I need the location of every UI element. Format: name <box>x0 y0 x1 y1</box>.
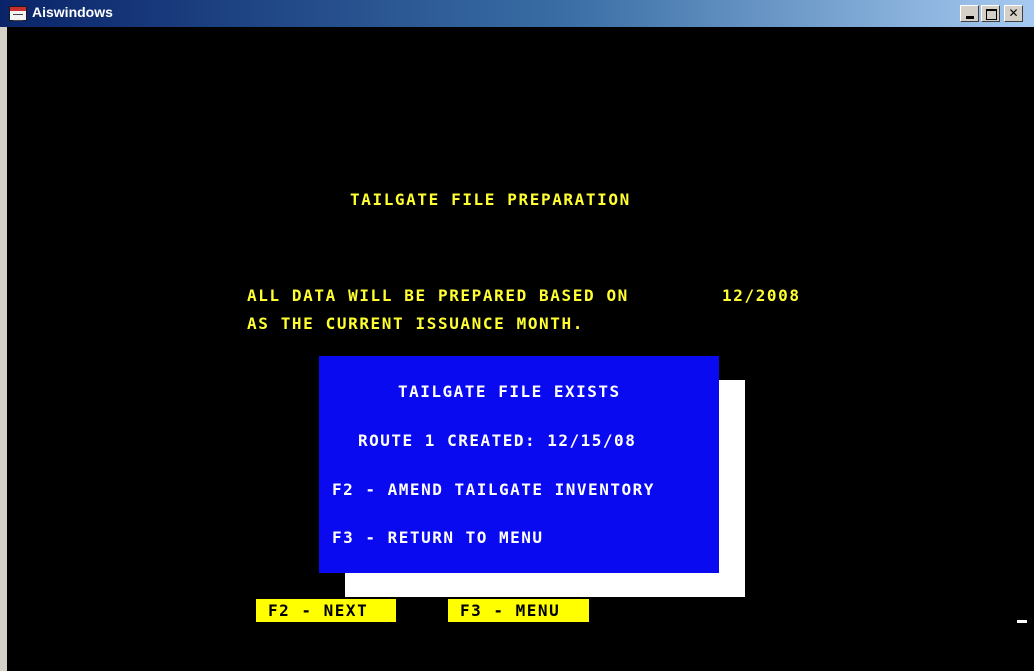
f3-menu-button[interactable]: F3 - MENU <box>448 599 589 622</box>
dialog-title: TAILGATE FILE EXISTS <box>398 382 621 401</box>
app-window: Aiswindows ✕ TAILGATE FILE PREPARATION A… <box>0 0 1034 671</box>
issuance-month: 12/2008 <box>722 286 801 305</box>
prepare-message-line1: ALL DATA WILL BE PREPARED BASED ON <box>247 286 629 305</box>
return-menu-option[interactable]: F3 - RETURN TO MENU <box>332 528 544 548</box>
terminal-screen[interactable]: TAILGATE FILE PREPARATION ALL DATA WILL … <box>7 27 1034 671</box>
prepare-message-line2: AS THE CURRENT ISSUANCE MONTH. <box>247 314 584 333</box>
maximize-button[interactable] <box>981 5 1000 22</box>
amend-inventory-option[interactable]: F2 - AMEND TAILGATE INVENTORY <box>332 480 655 500</box>
close-button[interactable]: ✕ <box>1004 5 1023 22</box>
text-cursor <box>1017 620 1027 623</box>
window-app-icon[interactable] <box>9 6 27 21</box>
f2-next-button[interactable]: F2 - NEXT <box>256 599 396 622</box>
route-created-info: ROUTE 1 CREATED: 12/15/08 <box>358 431 637 450</box>
file-exists-dialog: TAILGATE FILE EXISTS ROUTE 1 CREATED: 12… <box>319 356 719 573</box>
minimize-button[interactable] <box>960 5 979 22</box>
page-title: TAILGATE FILE PREPARATION <box>350 190 631 209</box>
title-bar[interactable]: Aiswindows ✕ <box>0 0 1034 27</box>
close-icon: ✕ <box>1008 6 1019 20</box>
window-title: Aiswindows <box>32 4 113 20</box>
